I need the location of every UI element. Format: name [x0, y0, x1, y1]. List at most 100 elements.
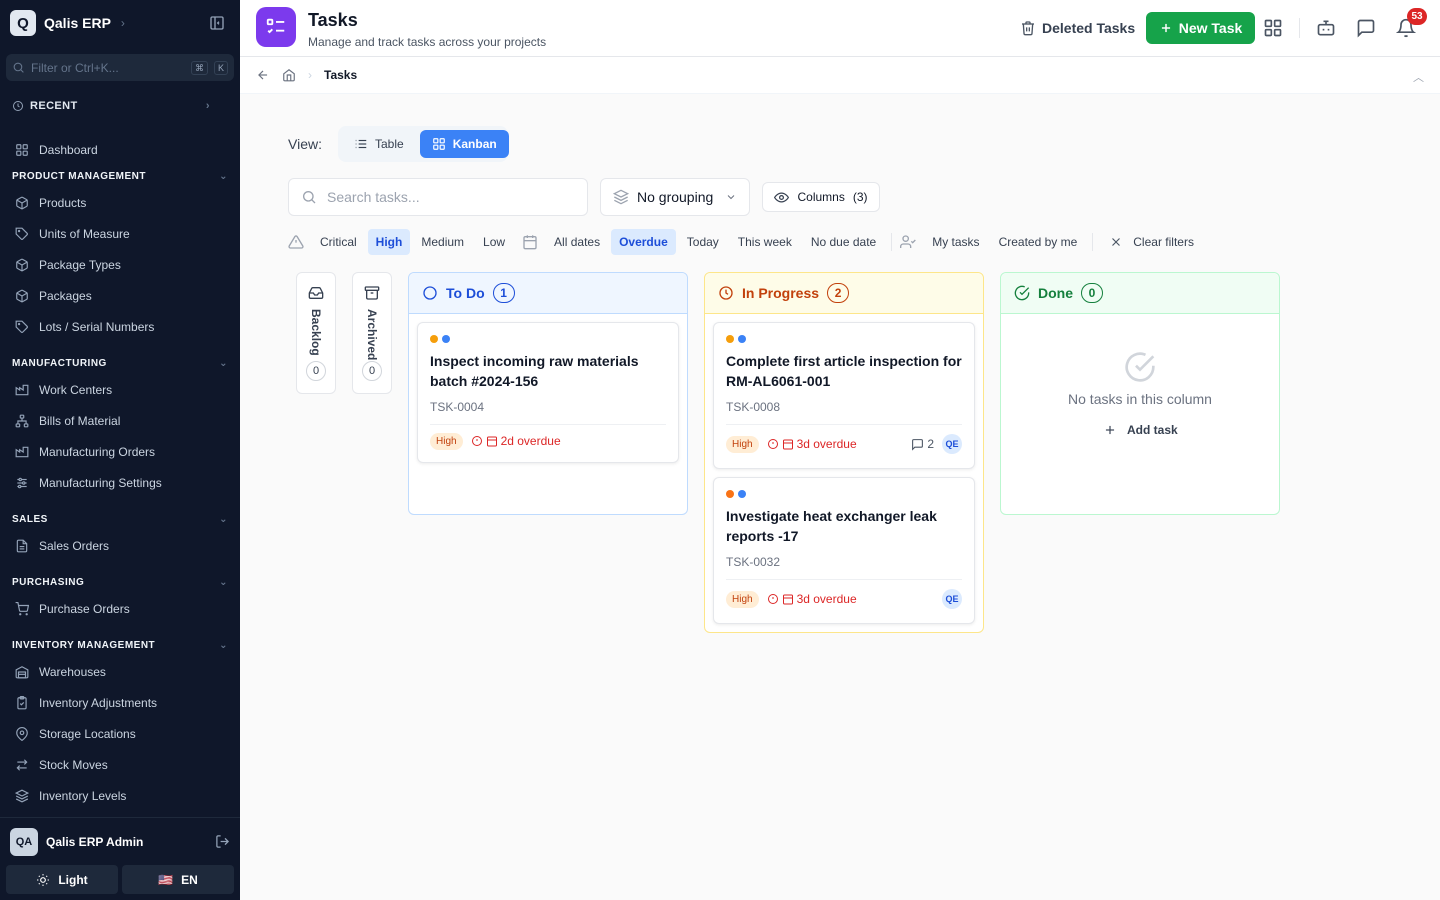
- sliders-icon: [15, 476, 29, 490]
- chat-icon[interactable]: [1356, 18, 1376, 38]
- sidebar-collapse-icon[interactable]: [209, 15, 225, 31]
- recent-toggle[interactable]: RECENT ›: [12, 98, 210, 114]
- column-label: Archived: [365, 309, 379, 361]
- trash-icon: [1020, 20, 1036, 36]
- sidebar-nav: Dashboard PRODUCT MANAGEMENT ⌄ Products Unit…: [0, 134, 240, 816]
- view-table-button[interactable]: Table: [342, 130, 416, 158]
- column-count: 0: [362, 361, 382, 381]
- sidebar-section-purchasing[interactable]: PURCHASING ⌄: [0, 571, 240, 593]
- filter-my-tasks[interactable]: My tasks: [924, 229, 987, 255]
- status-dots: [726, 490, 746, 498]
- collapsed-column-archived[interactable]: Archived 0: [352, 272, 392, 394]
- task-card[interactable]: Investigate heat exchanger leak reports …: [713, 477, 975, 624]
- sidebar-item-replenishment-rules[interactable]: Replenishment Rules: [0, 811, 240, 816]
- theme-toggle-button[interactable]: Light: [6, 865, 118, 894]
- chevron-up-icon[interactable]: ︿: [1413, 69, 1424, 85]
- robot-icon[interactable]: [1316, 18, 1336, 38]
- filter-date-none[interactable]: No due date: [803, 229, 884, 255]
- brand[interactable]: Q Qalis ERP ›: [10, 10, 125, 36]
- comments-count[interactable]: 2: [911, 437, 934, 451]
- sidebar-item-packages[interactable]: Packages: [0, 280, 240, 311]
- sidebar-item-stock-moves[interactable]: Stock Moves: [0, 749, 240, 780]
- filter-date-week[interactable]: This week: [730, 229, 800, 255]
- sidebar-item-lots-serial-numbers[interactable]: Lots / Serial Numbers: [0, 311, 240, 342]
- filter-date-today[interactable]: Today: [679, 229, 727, 255]
- search-input[interactable]: Search tasks...: [288, 178, 588, 216]
- filter-created-by-me[interactable]: Created by me: [991, 229, 1086, 255]
- document-icon: [15, 539, 29, 553]
- sidebar-filter-input[interactable]: Filter or Ctrl+K... ⌘ K: [6, 54, 234, 81]
- tasks-icon: [256, 7, 296, 47]
- warehouse-icon: [15, 665, 29, 679]
- sidebar-section-manufacturing[interactable]: MANUFACTURING ⌄: [0, 352, 240, 374]
- sidebar-item-units-of-measure[interactable]: Units of Measure: [0, 218, 240, 249]
- assignee-avatar[interactable]: QE: [942, 434, 962, 454]
- sidebar-section-inventory-management[interactable]: INVENTORY MANAGEMENT ⌄: [0, 634, 240, 656]
- column-done: Done 0 No tasks in this column Add task: [1000, 272, 1280, 515]
- user-check-icon: [900, 234, 917, 250]
- filter-placeholder: Filter or Ctrl+K...: [31, 60, 119, 75]
- calendar-icon: [522, 234, 538, 250]
- filter-date-overdue[interactable]: Overdue: [611, 229, 676, 255]
- due-status: 3d overdue: [767, 437, 857, 451]
- home-icon[interactable]: [282, 68, 296, 82]
- sidebar-section-product-management[interactable]: PRODUCT MANAGEMENT ⌄: [0, 165, 240, 187]
- sidebar-item-purchase-orders[interactable]: Purchase Orders: [0, 593, 240, 624]
- status-dots: [726, 335, 746, 343]
- sidebar-item-bills-of-material[interactable]: Bills of Material: [0, 405, 240, 436]
- sidebar-section-title: PURCHASING: [12, 576, 85, 588]
- clear-filters-button[interactable]: Clear filters: [1101, 229, 1202, 255]
- collapsed-column-backlog[interactable]: Backlog 0: [296, 272, 336, 394]
- priority-badge: High: [430, 432, 463, 450]
- filter-priority-critical[interactable]: Critical: [312, 229, 365, 255]
- new-task-button[interactable]: New Task: [1146, 12, 1255, 44]
- filter-priority-high[interactable]: High: [367, 229, 411, 255]
- grid-icon: [432, 137, 446, 151]
- sidebar-item-package-types[interactable]: Package Types: [0, 249, 240, 280]
- sidebar-item-inventory-adjustments[interactable]: Inventory Adjustments: [0, 687, 240, 718]
- filter-date-all[interactable]: All dates: [546, 229, 608, 255]
- sidebar-section-sales[interactable]: SALES ⌄: [0, 508, 240, 530]
- deleted-tasks-button[interactable]: Deleted Tasks: [1020, 17, 1135, 39]
- status-dots: [430, 335, 450, 343]
- sidebar-item-dashboard[interactable]: Dashboard: [0, 134, 240, 165]
- task-card[interactable]: Complete first article inspection for RM…: [713, 322, 975, 469]
- grouping-select[interactable]: No grouping: [600, 178, 750, 216]
- sidebar-item-manufacturing-orders[interactable]: Manufacturing Orders: [0, 436, 240, 467]
- task-id: TSK-0008: [726, 400, 781, 414]
- sidebar-section-title: PRODUCT MANAGEMENT: [12, 170, 146, 182]
- package-icon: [15, 258, 29, 272]
- sidebar-footer: Light 🇺🇸 EN: [6, 865, 234, 894]
- view-kanban-button[interactable]: Kanban: [419, 130, 509, 158]
- back-arrow-icon[interactable]: [256, 68, 270, 82]
- language-button[interactable]: 🇺🇸 EN: [122, 865, 234, 894]
- calendar-icon: [486, 435, 498, 447]
- columns-button[interactable]: Columns (3): [762, 182, 880, 212]
- add-task-button[interactable]: Add task: [1103, 423, 1178, 437]
- column-title: In Progress: [742, 285, 820, 301]
- avatar[interactable]: QA: [10, 827, 38, 856]
- chevron-right-icon: ›: [120, 16, 125, 30]
- sidebar-item-products[interactable]: Products: [0, 187, 240, 218]
- sidebar-item-sales-orders[interactable]: Sales Orders: [0, 530, 240, 561]
- sidebar-item-manufacturing-settings[interactable]: Manufacturing Settings: [0, 467, 240, 498]
- apps-grid-icon[interactable]: [1263, 18, 1283, 38]
- sidebar-item-work-centers[interactable]: Work Centers: [0, 374, 240, 405]
- task-card[interactable]: Inspect incoming raw materials batch #20…: [417, 322, 679, 463]
- sidebar-item-warehouses[interactable]: Warehouses: [0, 656, 240, 687]
- sidebar-item-label: Purchase Orders: [39, 601, 130, 616]
- sidebar-item-label: Lots / Serial Numbers: [39, 319, 155, 334]
- filter-priority-low[interactable]: Low: [475, 229, 513, 255]
- column-count: 1: [492, 283, 515, 303]
- grouping-value: No grouping: [637, 189, 714, 205]
- sidebar-item-inventory-levels[interactable]: Inventory Levels: [0, 780, 240, 811]
- sidebar-item-storage-locations[interactable]: Storage Locations: [0, 718, 240, 749]
- card-footer: High 3d overdue QE: [726, 588, 962, 610]
- filter-priority-medium[interactable]: Medium: [413, 229, 472, 255]
- assignee-avatar[interactable]: QE: [942, 589, 962, 609]
- page-title: Tasks: [308, 10, 358, 30]
- layers-icon: [613, 189, 629, 205]
- logout-icon[interactable]: [215, 834, 230, 849]
- dot-orange: [430, 335, 438, 343]
